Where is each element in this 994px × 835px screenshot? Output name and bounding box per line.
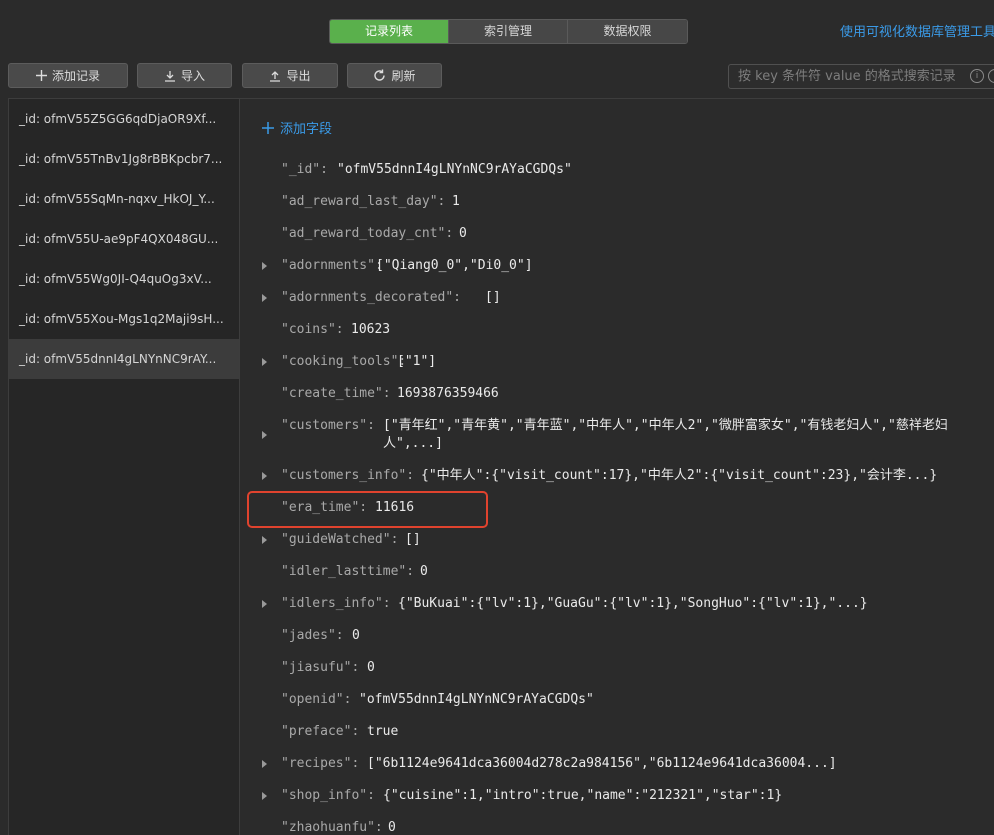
plus-icon bbox=[262, 121, 274, 134]
record-list: _id: ofmV55Z5GG6qdDjaOR9Xf... _id: ofmV5… bbox=[8, 98, 240, 835]
field-value: 0 bbox=[352, 628, 360, 643]
field-value: [] bbox=[405, 532, 421, 547]
field-key: "ad_reward_last_day": bbox=[281, 194, 446, 209]
add-field-label: 添加字段 bbox=[280, 122, 333, 137]
field-value: 0 bbox=[388, 820, 396, 835]
expand-caret-icon[interactable] bbox=[262, 760, 267, 768]
visual-db-tool-link[interactable]: 使用可视化数据库管理工具 bbox=[840, 21, 994, 40]
field-value: ["Qiang0_0","Di0_0"] bbox=[376, 258, 533, 273]
field-value: {"cuisine":1,"intro":true,"name":"212321… bbox=[383, 788, 783, 803]
field-value: [] bbox=[485, 290, 501, 305]
tab-data-permissions[interactable]: 数据权限 bbox=[568, 20, 687, 43]
field-key: "adornments": bbox=[281, 258, 383, 273]
record-item[interactable]: _id: ofmV55TnBv1Jg8rBBKpcbr7... bbox=[9, 139, 239, 179]
expand-caret-icon[interactable] bbox=[262, 431, 267, 439]
refresh-icon bbox=[374, 69, 386, 81]
field-key: "jades": bbox=[281, 628, 344, 643]
field-value: ["青年红","青年黄","青年蓝","中年人","中年人2","微胖富家女",… bbox=[383, 418, 948, 451]
record-item[interactable]: _id: ofmV55Wg0JI-Q4quOg3xV... bbox=[9, 259, 239, 299]
field-value: 0 bbox=[367, 660, 375, 675]
field-key: "preface": bbox=[281, 724, 360, 739]
expand-caret-icon[interactable] bbox=[262, 262, 267, 270]
field-key: "customers": bbox=[281, 418, 375, 433]
record-item[interactable]: _id: ofmV55Xou-Mgs1q2Maji9sH... bbox=[9, 299, 239, 339]
field-key: "recipes": bbox=[281, 756, 360, 771]
field-key: "guideWatched": bbox=[281, 532, 399, 547]
search-input[interactable] bbox=[728, 64, 994, 89]
view-tabs: 记录列表 索引管理 数据权限 bbox=[329, 19, 688, 44]
record-item-selected[interactable]: _id: ofmV55dnnI4gLNYnNC9rAY... bbox=[9, 339, 239, 379]
import-button[interactable]: 导入 bbox=[137, 63, 232, 88]
field-value: 0 bbox=[459, 226, 467, 241]
add-record-button[interactable]: 添加记录 bbox=[8, 63, 128, 88]
field-key: "shop_info": bbox=[281, 788, 375, 803]
field-key: "jiasufu": bbox=[281, 660, 360, 675]
field-value: "ofmV55dnnI4gLNYnNC9rAYaCGDQs" bbox=[359, 692, 594, 707]
field-key: "_id": bbox=[281, 162, 328, 177]
refresh-button[interactable]: 刷新 bbox=[347, 63, 442, 88]
refresh-label: 刷新 bbox=[391, 69, 416, 83]
plus-icon bbox=[35, 70, 47, 81]
field-value: ["6b1124e9641dca36004d278c2a984156","6b1… bbox=[367, 756, 837, 771]
field-key: "create_time": bbox=[281, 386, 391, 401]
expand-caret-icon[interactable] bbox=[262, 792, 267, 800]
expand-caret-icon[interactable] bbox=[262, 358, 267, 366]
add-field-button[interactable]: 添加字段 bbox=[262, 118, 332, 137]
field-key: "idler_lasttime": bbox=[281, 564, 415, 579]
field-value: "ofmV55dnnI4gLNYnNC9rAYaCGDQs" bbox=[337, 162, 572, 177]
field-key: "adornments_decorated": bbox=[281, 290, 462, 305]
record-item[interactable]: _id: ofmV55U-ae9pF4QX048GU... bbox=[9, 219, 239, 259]
record-item[interactable]: _id: ofmV55Z5GG6qdDjaOR9Xf... bbox=[9, 99, 239, 139]
expand-caret-icon[interactable] bbox=[262, 600, 267, 608]
record-item[interactable]: _id: ofmV55SqMn-nqxv_HkOJ_Y... bbox=[9, 179, 239, 219]
add-record-label: 添加记录 bbox=[51, 69, 100, 83]
info-icon[interactable]: i bbox=[970, 69, 984, 83]
import-label: 导入 bbox=[180, 69, 205, 83]
expand-caret-icon[interactable] bbox=[262, 472, 267, 480]
field-key: "openid": bbox=[281, 692, 352, 707]
field-value: 10623 bbox=[351, 322, 391, 337]
field-value: {"BuKuai":{"lv":1},"GuaGu":{"lv":1},"Son… bbox=[398, 596, 868, 611]
field-value: 0 bbox=[420, 564, 428, 579]
field-value: true bbox=[367, 724, 399, 739]
field-value: 1693876359466 bbox=[397, 386, 499, 401]
upload-icon bbox=[270, 70, 281, 82]
export-button[interactable]: 导出 bbox=[242, 63, 338, 88]
download-icon bbox=[164, 70, 175, 82]
field-value: 11616 bbox=[375, 500, 415, 515]
expand-caret-icon[interactable] bbox=[262, 536, 267, 544]
expand-caret-icon[interactable] bbox=[262, 294, 267, 302]
field-key: "era_time": bbox=[281, 500, 368, 515]
field-key: "cooking_tools": bbox=[281, 354, 407, 369]
export-label: 导出 bbox=[286, 69, 311, 83]
field-key: "ad_reward_today_cnt": bbox=[281, 226, 454, 241]
field-key: "idlers_info": bbox=[281, 596, 391, 611]
tab-record-list[interactable]: 记录列表 bbox=[330, 20, 449, 43]
field-key: "customers_info": bbox=[281, 468, 415, 483]
field-value: 1 bbox=[452, 194, 460, 209]
field-value: ["1"] bbox=[397, 354, 437, 369]
tab-index-management[interactable]: 索引管理 bbox=[449, 20, 568, 43]
field-key: "zhaohuanfu": bbox=[281, 820, 383, 835]
field-key: "coins": bbox=[281, 322, 344, 337]
field-value: {"中年人":{"visit_count":17},"中年人2":{"visit… bbox=[421, 468, 938, 483]
